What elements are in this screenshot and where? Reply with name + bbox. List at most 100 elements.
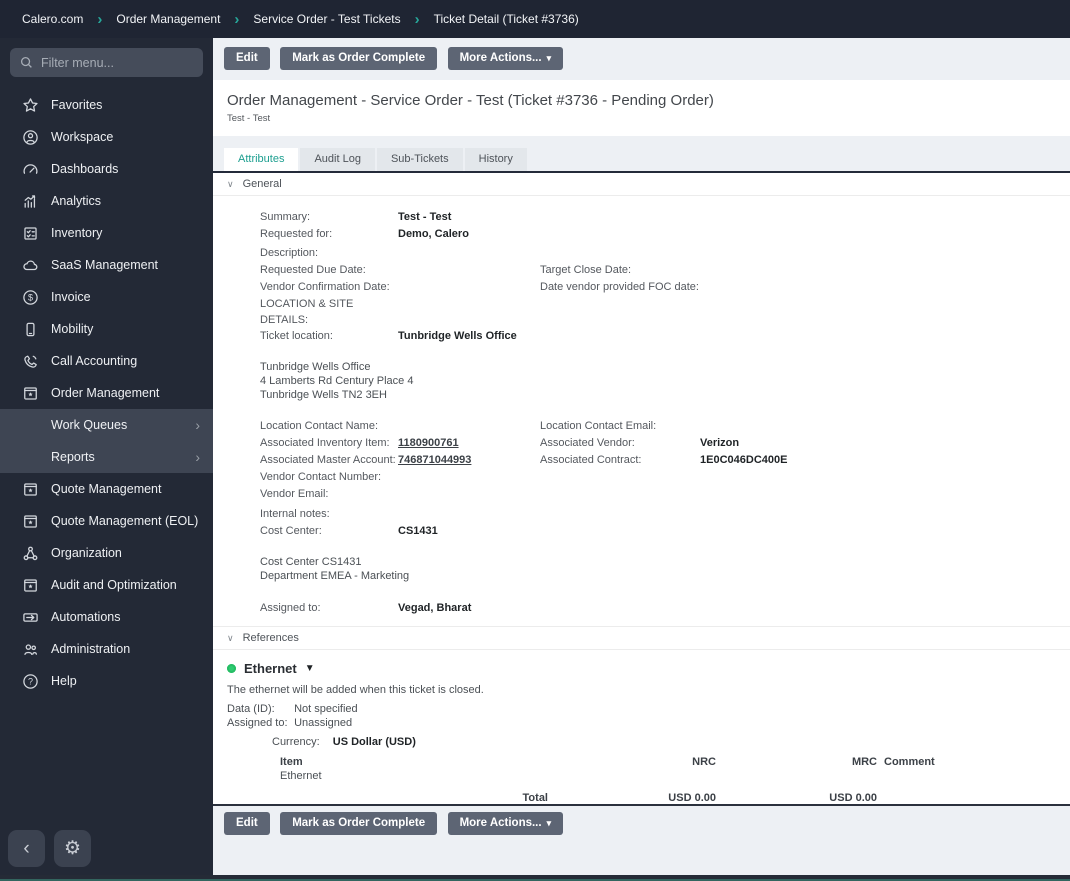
breadcrumb-item-order-management[interactable]: Order Management (116, 12, 220, 26)
sidebar-item-label: Quote Management (EOL) (51, 514, 199, 528)
reference-item-ethernet: Ethernet ▼ The ethernet will be added wh… (213, 650, 1070, 804)
settings-button[interactable]: ⚙ (54, 830, 91, 867)
sidebar-item-label: Organization (51, 546, 122, 560)
smartphone-icon (26, 322, 35, 336)
tab-history[interactable]: History (464, 148, 527, 171)
mark-order-complete-button[interactable]: Mark as Order Complete (280, 812, 438, 835)
field-label: Vendor Confirmation Date: (260, 281, 390, 293)
field-label: Vendor Email: (260, 488, 329, 500)
total-mrc: USD 0.00 (829, 792, 877, 804)
edit-button[interactable]: Edit (224, 47, 270, 70)
section-header-general[interactable]: ∨ General (213, 173, 1070, 196)
sidebar-item-label: Workspace (51, 130, 114, 144)
ticket-header: Order Management - Service Order - Test … (213, 80, 1070, 136)
section-header-references[interactable]: ∨ References (213, 626, 1070, 650)
box-star-icon (24, 482, 37, 496)
field-label: Associated Inventory Item: (260, 437, 390, 449)
field-value: Demo, Calero (398, 228, 469, 240)
field-label: Requested for: (260, 228, 333, 240)
sidebar-item-quote-management[interactable]: Quote Management (0, 473, 213, 505)
sidebar-item-analytics[interactable]: Analytics (0, 185, 213, 217)
sidebar-footer: ‹ ⚙ (8, 830, 91, 867)
section-label: General (242, 178, 282, 190)
sidebar-item-administration[interactable]: Administration (0, 633, 213, 665)
edit-button[interactable]: Edit (224, 812, 270, 835)
filter-menu-input[interactable] (10, 48, 203, 77)
reference-currency-row: Currency: US Dollar (USD) (272, 736, 1070, 748)
address-line: Tunbridge Wells Office (260, 361, 371, 373)
field-label: Internal notes: (260, 508, 330, 520)
sidebar-item-quote-management-eol[interactable]: Quote Management (EOL) (0, 505, 213, 537)
chevron-right-icon: › (195, 417, 200, 433)
gear-icon: ⚙ (63, 838, 82, 859)
field-value: 1E0C046DC400E (700, 454, 788, 466)
sidebar-item-saas-management[interactable]: SaaS Management (0, 249, 213, 281)
sidebar-item-audit-and-optimization[interactable]: Audit and Optimization (0, 569, 213, 601)
field-label: Requested Due Date: (260, 264, 366, 276)
field-value: US Dollar (USD) (332, 736, 416, 748)
sidebar-item-inventory[interactable]: Inventory (0, 217, 213, 249)
more-actions-label: More Actions... (459, 817, 542, 829)
field-label: Target Close Date: (540, 264, 632, 276)
sidebar-item-reports[interactable]: Reports › (0, 441, 213, 473)
status-dot-icon (227, 664, 236, 673)
location-address-block: Tunbridge Wells Office 4 Lamberts Rd Cen… (213, 360, 1070, 402)
sidebar-item-invoice[interactable]: $ Invoice (0, 281, 213, 313)
collapse-sidebar-button[interactable]: ‹ (8, 830, 45, 867)
column-header-item: Item (280, 756, 303, 768)
breadcrumb-item-service-order[interactable]: Service Order - Test Tickets (253, 12, 400, 26)
general-fields: Summary: Test - Test Requested for: Demo… (213, 209, 1070, 345)
field-row-description: Description: (213, 245, 1070, 262)
sidebar-item-label: Analytics (51, 194, 102, 208)
tab-attributes[interactable]: Attributes (224, 148, 299, 171)
sidebar-item-organization[interactable]: Organization (0, 537, 213, 569)
bar-chart-icon (24, 194, 36, 208)
box-star-icon (24, 514, 37, 528)
chevron-down-icon: ∨ (227, 632, 234, 643)
reference-title: Ethernet (244, 661, 297, 676)
sidebar-item-mobility[interactable]: Mobility (0, 313, 213, 345)
sidebar-item-dashboards[interactable]: Dashboards (0, 153, 213, 185)
tab-sub-tickets[interactable]: Sub-Tickets (376, 148, 463, 171)
breadcrumb-item-home[interactable]: Calero.com (22, 12, 83, 26)
sidebar-item-workspace[interactable]: Workspace (0, 121, 213, 153)
attributes-panel: ∨ General Summary: Test - Test Requested… (213, 173, 1070, 804)
more-actions-button[interactable]: More Actions... ▾ (447, 812, 564, 835)
address-line: 4 Lamberts Rd Century Place 4 (260, 375, 414, 387)
inventory-item-link[interactable]: 1180900761 (398, 437, 459, 449)
caret-down-icon[interactable]: ▼ (305, 663, 315, 674)
field-row-requested-for: Requested for: Demo, Calero (213, 226, 1070, 243)
table-total-row: Total USD 0.00 USD 0.00 (280, 792, 978, 804)
tab-audit-log[interactable]: Audit Log (300, 148, 375, 171)
sidebar-item-automations[interactable]: Automations (0, 601, 213, 633)
sidebar-item-label: Work Queues (51, 418, 128, 432)
breadcrumb-item-ticket-detail[interactable]: Ticket Detail (Ticket #3736) (434, 12, 579, 26)
caret-down-icon: ▾ (546, 818, 552, 828)
sidebar-item-call-accounting[interactable]: Call Accounting (0, 345, 213, 377)
field-value: Test - Test (398, 211, 452, 223)
field-row-assigned-to: Assigned to: Vegad, Bharat (213, 600, 1070, 617)
sidebar-item-order-management[interactable]: Order Management (0, 377, 213, 409)
section-label: References (242, 632, 299, 644)
column-header-nrc: NRC (692, 756, 716, 768)
field-label: Associated Vendor: (540, 437, 635, 449)
top-action-bar: Edit Mark as Order Complete More Actions… (213, 38, 1070, 80)
sidebar-item-label: Audit and Optimization (51, 578, 177, 592)
sidebar-item-help[interactable]: ? Help (0, 665, 213, 697)
users-icon (24, 643, 37, 655)
sidebar-item-label: Order Management (51, 386, 160, 400)
cost-center-line: Cost Center CS1431 (260, 556, 362, 568)
master-account-link[interactable]: 746871044993 (398, 454, 471, 466)
field-row-internal-notes: Internal notes: (213, 506, 1070, 523)
sidebar-item-label: Inventory (51, 226, 103, 240)
box-star-icon (24, 386, 37, 400)
field-label: Associated Contract: (540, 454, 642, 466)
sidebar-item-label: Administration (51, 642, 131, 656)
sidebar-item-label: Call Accounting (51, 354, 138, 368)
search-icon (20, 56, 32, 68)
mark-order-complete-button[interactable]: Mark as Order Complete (280, 47, 438, 70)
sidebar-item-work-queues[interactable]: Work Queues › (0, 409, 213, 441)
sidebar-item-label: Quote Management (51, 482, 162, 496)
more-actions-button[interactable]: More Actions... ▾ (447, 47, 564, 70)
sidebar-item-favorites[interactable]: Favorites (0, 89, 213, 121)
